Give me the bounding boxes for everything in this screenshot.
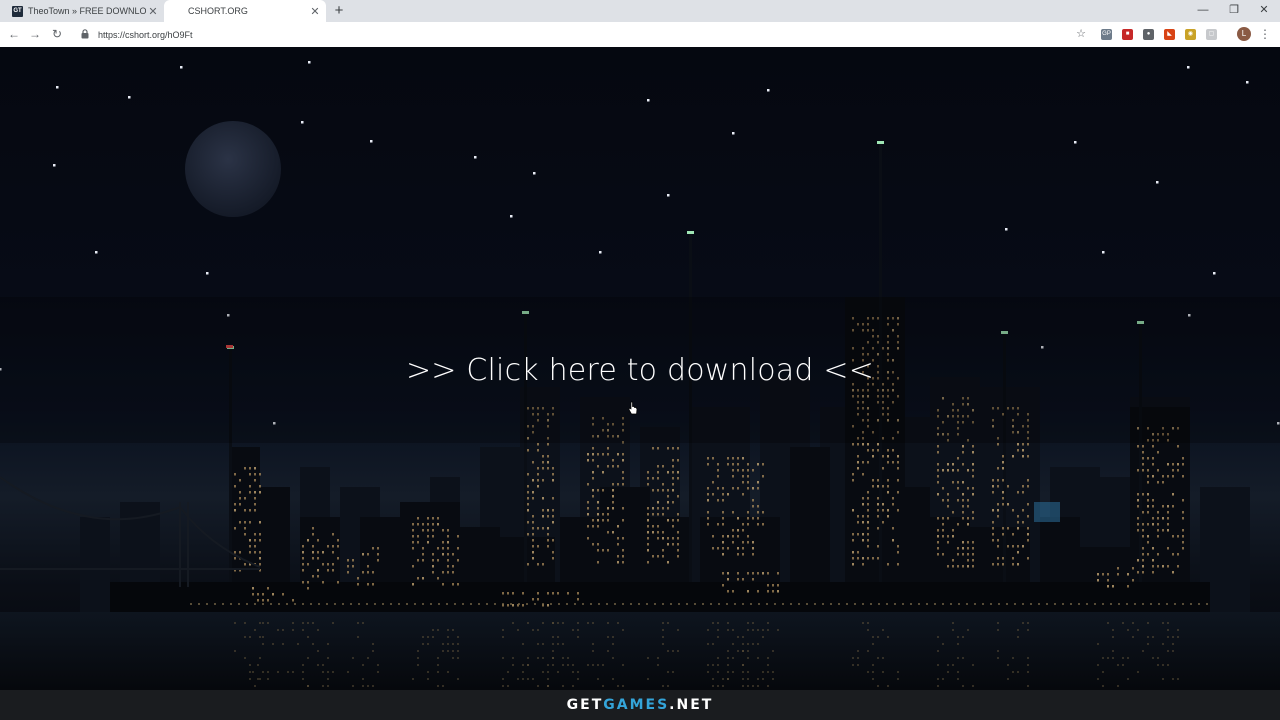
tab-title: TheoTown » FREE DOWNLOAD | bbox=[28, 6, 146, 16]
ext-icon-4[interactable]: ◣ bbox=[1164, 29, 1175, 40]
theotown-favicon-icon: GT bbox=[12, 5, 23, 17]
browser-toolbar: ← → ↻ https://cshort.org/hO9Ft ☆ GP ■ ● ◣ ◉ ▢… bbox=[0, 22, 1280, 47]
minimize-button[interactable]: — bbox=[1188, 2, 1218, 18]
profile-avatar[interactable]: L bbox=[1237, 27, 1251, 41]
browser-menu-icon[interactable]: ⋮ bbox=[1259, 26, 1271, 42]
ext-icon-5[interactable]: ◉ bbox=[1185, 29, 1196, 40]
restore-button[interactable]: ❐ bbox=[1219, 2, 1249, 18]
ext-icon-1[interactable]: GP bbox=[1101, 29, 1112, 40]
ext-icon-6[interactable]: ▢ bbox=[1206, 29, 1217, 40]
close-window-button[interactable]: ✕ bbox=[1249, 2, 1279, 18]
ext-icon-2[interactable]: ■ bbox=[1122, 29, 1133, 40]
address-bar[interactable]: https://cshort.org/hO9Ft bbox=[72, 25, 1094, 44]
water bbox=[0, 612, 1280, 690]
lock-icon[interactable] bbox=[78, 28, 92, 41]
back-button[interactable]: ← bbox=[6, 26, 22, 42]
watermark-bar: GETGAMES.NET bbox=[0, 690, 1280, 720]
hand-cursor-icon bbox=[628, 401, 638, 415]
ext-icon-3[interactable]: ● bbox=[1143, 29, 1154, 40]
tab-cshort[interactable]: CSHORT.ORG ✕ bbox=[164, 0, 326, 22]
tab-theotown[interactable]: GT TheoTown » FREE DOWNLOAD | ✕ bbox=[0, 0, 164, 22]
new-tab-button[interactable]: + bbox=[331, 2, 347, 20]
close-tab-icon[interactable]: ✕ bbox=[308, 5, 322, 18]
url-text[interactable]: https://cshort.org/hO9Ft bbox=[98, 30, 193, 40]
blue-sign bbox=[1034, 502, 1060, 522]
tab-title: CSHORT.ORG bbox=[188, 6, 248, 16]
bookmark-star-icon[interactable]: ☆ bbox=[1073, 26, 1089, 42]
watermark-net: .NET bbox=[669, 697, 714, 713]
watermark-games: GAMES bbox=[603, 697, 670, 713]
download-link[interactable]: >> Click here to download << bbox=[0, 348, 1280, 394]
forward-button[interactable]: → bbox=[27, 26, 43, 42]
tab-strip: GT TheoTown » FREE DOWNLOAD | ✕ CSHORT.O… bbox=[0, 0, 1280, 22]
reload-button[interactable]: ↻ bbox=[49, 26, 65, 42]
close-tab-icon[interactable]: ✕ bbox=[146, 5, 160, 18]
watermark-get: GET bbox=[566, 697, 604, 713]
moon bbox=[185, 121, 281, 217]
page-background: >> Click here to download << bbox=[0, 47, 1280, 690]
